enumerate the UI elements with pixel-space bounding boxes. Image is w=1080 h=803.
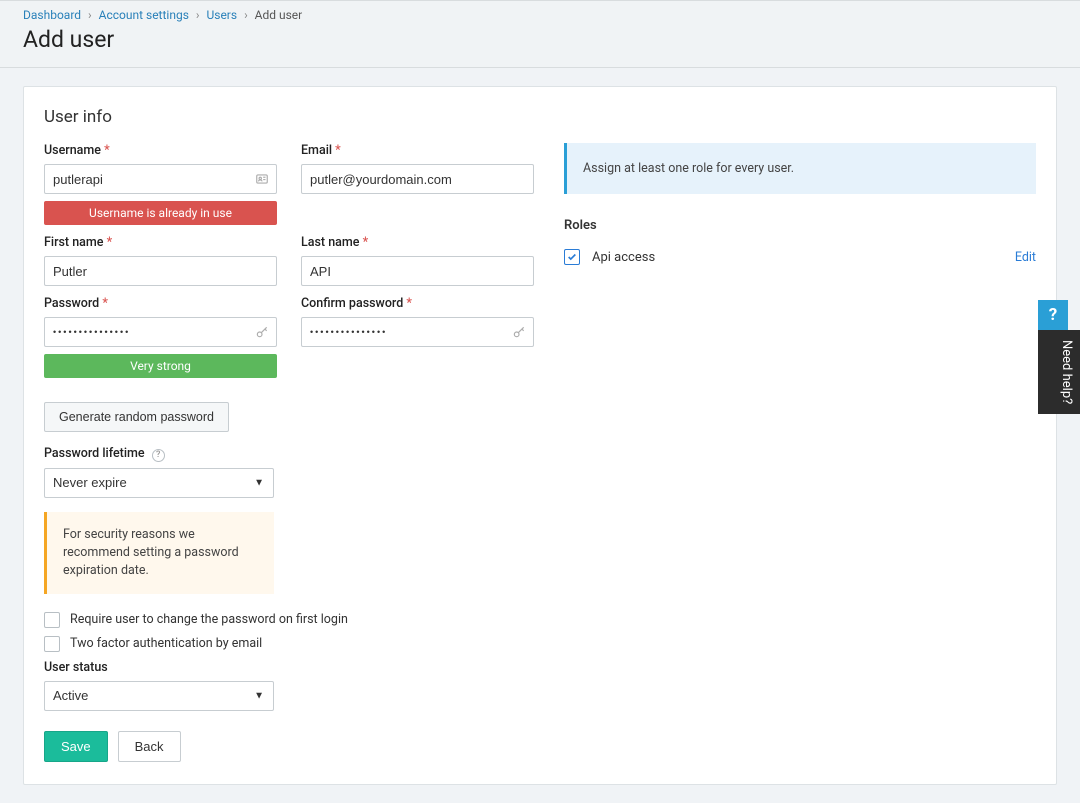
lastname-input[interactable] — [301, 256, 534, 286]
chevron-right-icon: › — [196, 8, 200, 22]
role-assignment-banner: Assign at least one role for every user. — [564, 143, 1036, 194]
breadcrumb-users[interactable]: Users — [206, 8, 237, 22]
username-label: Username * — [44, 143, 277, 158]
key-icon — [512, 325, 526, 339]
two-factor-label: Two factor authentication by email — [70, 636, 262, 651]
require-password-change-label: Require user to change the password on f… — [70, 612, 348, 627]
id-card-icon — [255, 172, 269, 186]
two-factor-checkbox[interactable] — [44, 636, 60, 652]
confirm-password-input[interactable] — [301, 317, 534, 347]
role-name: Api access — [592, 250, 1003, 265]
generate-password-button[interactable]: Generate random password — [44, 402, 229, 432]
back-button[interactable]: Back — [118, 731, 181, 762]
firstname-input[interactable] — [44, 256, 277, 286]
username-input[interactable] — [44, 164, 277, 194]
password-label: Password * — [44, 296, 277, 311]
header-bar: Dashboard › Account settings › Users › A… — [0, 0, 1080, 68]
password-lifetime-note: For security reasons we recommend settin… — [44, 512, 274, 594]
breadcrumb-account-settings[interactable]: Account settings — [99, 8, 189, 22]
lastname-label: Last name * — [301, 235, 534, 250]
help-icon[interactable]: ? — [152, 449, 165, 462]
page-title: Add user — [23, 26, 1057, 53]
need-help-tab[interactable]: Need help? — [1038, 330, 1080, 414]
role-edit-link[interactable]: Edit — [1015, 250, 1036, 265]
require-password-change-checkbox[interactable] — [44, 612, 60, 628]
password-strength-badge: Very strong — [44, 354, 277, 378]
password-lifetime-select[interactable]: Never expire — [44, 468, 274, 498]
user-status-select[interactable]: Active — [44, 681, 274, 711]
help-question-icon[interactable]: ? — [1038, 300, 1068, 330]
chevron-right-icon: › — [244, 8, 248, 22]
help-widget: ? Need help? — [1038, 300, 1080, 414]
key-icon — [255, 325, 269, 339]
password-input[interactable] — [44, 317, 277, 347]
breadcrumb: Dashboard › Account settings › Users › A… — [23, 8, 1057, 22]
firstname-label: First name * — [44, 235, 277, 250]
confirm-password-label: Confirm password * — [301, 296, 534, 311]
email-label: Email * — [301, 143, 534, 158]
roles-heading: Roles — [564, 218, 1036, 233]
breadcrumb-current: Add user — [255, 8, 303, 22]
breadcrumb-dashboard[interactable]: Dashboard — [23, 8, 81, 22]
role-row: Api access Edit — [564, 249, 1036, 265]
password-lifetime-label: Password lifetime ? — [44, 446, 534, 462]
username-error-badge: Username is already in use — [44, 201, 277, 225]
user-info-panel: User info Username * Username is already… — [23, 86, 1057, 785]
section-title: User info — [44, 107, 1036, 127]
chevron-right-icon: › — [88, 8, 92, 22]
email-input[interactable] — [301, 164, 534, 194]
save-button[interactable]: Save — [44, 731, 108, 762]
user-status-label: User status — [44, 660, 534, 675]
role-api-access-checkbox[interactable] — [564, 249, 580, 265]
